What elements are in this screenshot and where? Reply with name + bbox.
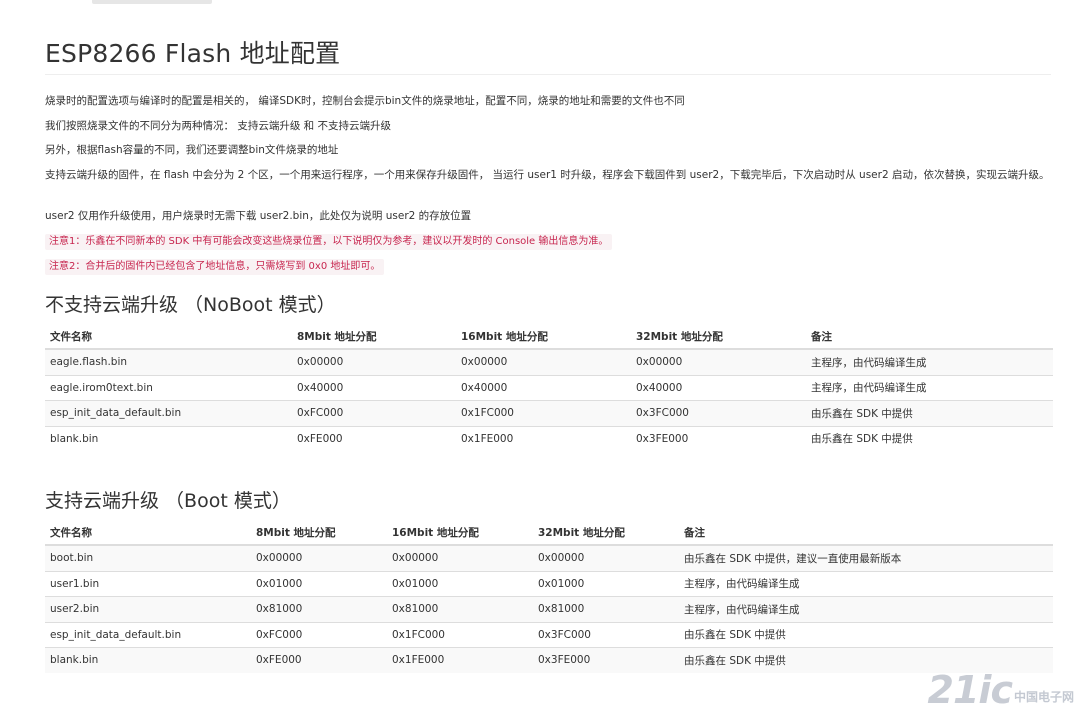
cell-remark: 主程序，由代码编译生成	[679, 596, 1053, 622]
col-header-8mbit: 8Mbit 地址分配	[251, 520, 387, 546]
watermark-logo: 21ic	[927, 668, 1013, 712]
cell-filename: esp_init_data_default.bin	[45, 400, 292, 426]
table-row: eagle.irom0text.bin 0x40000 0x40000 0x40…	[45, 374, 1053, 401]
table-row: blank.bin 0xFE000 0x1FE000 0x3FE000 由乐鑫在…	[45, 647, 1053, 673]
cell-filename: user1.bin	[45, 570, 251, 597]
top-bar-stub	[92, 0, 212, 4]
cell-32mbit: 0x00000	[533, 544, 679, 571]
cell-32mbit: 0x3FC000	[631, 400, 806, 426]
col-header-32mbit: 32Mbit 地址分配	[631, 324, 806, 350]
cell-8mbit: 0x81000	[251, 596, 387, 622]
cell-32mbit: 0x01000	[533, 570, 679, 597]
table-row: boot.bin 0x00000 0x00000 0x00000 由乐鑫在 SD…	[45, 544, 1053, 571]
categories-paragraph: 我们按照烧录文件的不同分为两种情况： 支持云端升级 和 不支持云端升级	[45, 120, 392, 132]
cell-32mbit: 0x81000	[533, 596, 679, 622]
cell-8mbit: 0xFC000	[292, 400, 456, 426]
cell-remark: 由乐鑫在 SDK 中提供，建议一直使用最新版本	[679, 544, 1053, 571]
col-header-16mbit: 16Mbit 地址分配	[387, 520, 533, 546]
site-watermark: 21ic 中国电子网	[928, 671, 1074, 709]
cell-remark: 由乐鑫在 SDK 中提供	[806, 400, 1053, 426]
col-header-remark: 备注	[806, 324, 1053, 350]
cell-16mbit: 0x1FC000	[456, 400, 631, 426]
note-2: 注意2：合并后的固件内已经包含了地址信息，只需烧写到 0x0 地址即可。	[45, 259, 385, 275]
cell-filename: eagle.flash.bin	[45, 348, 292, 375]
cell-16mbit: 0x1FC000	[387, 621, 533, 648]
cell-8mbit: 0x00000	[251, 544, 387, 571]
col-header-remark: 备注	[679, 520, 1053, 546]
cell-32mbit: 0x40000	[631, 374, 806, 401]
table-header-row: 文件名称 8Mbit 地址分配 16Mbit 地址分配 32Mbit 地址分配 …	[45, 324, 1053, 350]
table-row: blank.bin 0xFE000 0x1FE000 0x3FE000 由乐鑫在…	[45, 425, 1053, 451]
note-1: 注意1：乐鑫在不同新本的 SDK 中有可能会改变这些烧录位置，以下说明仅为参考，…	[45, 234, 613, 250]
cell-16mbit: 0x81000	[387, 596, 533, 622]
table-row: user1.bin 0x01000 0x01000 0x01000 主程序，由代…	[45, 570, 1053, 597]
cell-filename: eagle.irom0text.bin	[45, 374, 292, 401]
col-header-filename: 文件名称	[45, 324, 292, 350]
table-row: user2.bin 0x81000 0x81000 0x81000 主程序，由代…	[45, 596, 1053, 622]
col-header-16mbit: 16Mbit 地址分配	[456, 324, 631, 350]
cell-remark: 由乐鑫在 SDK 中提供	[679, 621, 1053, 648]
cell-filename: blank.bin	[45, 425, 292, 451]
cell-8mbit: 0xFE000	[292, 425, 456, 451]
user2-paragraph: user2 仅用作升级使用，用户烧录时无需下载 user2.bin，此处仅为说明…	[45, 210, 472, 222]
noboot-section-title: 不支持云端升级 （NoBoot 模式）	[45, 294, 336, 316]
cell-32mbit: 0x3FC000	[533, 621, 679, 648]
cell-16mbit: 0x00000	[387, 544, 533, 571]
cell-32mbit: 0x00000	[631, 348, 806, 375]
cell-32mbit: 0x3FE000	[533, 647, 679, 673]
table-row: eagle.flash.bin 0x00000 0x00000 0x00000 …	[45, 348, 1053, 375]
cell-remark: 主程序，由代码编译生成	[806, 348, 1053, 375]
cell-filename: blank.bin	[45, 647, 251, 673]
col-header-8mbit: 8Mbit 地址分配	[292, 324, 456, 350]
cell-filename: esp_init_data_default.bin	[45, 621, 251, 648]
cell-16mbit: 0x01000	[387, 570, 533, 597]
cell-16mbit: 0x40000	[456, 374, 631, 401]
cell-remark: 主程序，由代码编译生成	[806, 374, 1053, 401]
cell-16mbit: 0x1FE000	[387, 647, 533, 673]
flash-size-paragraph: 另外，根据flash容量的不同，我们还要调整bin文件烧录的地址	[45, 144, 339, 156]
cell-remark: 由乐鑫在 SDK 中提供	[806, 425, 1053, 451]
cell-8mbit: 0x01000	[251, 570, 387, 597]
table-row: esp_init_data_default.bin 0xFC000 0x1FC0…	[45, 621, 1053, 648]
intro-paragraph: 烧录时的配置选项与编译时的配置是相关的， 编译SDK时，控制台会提示bin文件的…	[45, 95, 685, 107]
cell-filename: boot.bin	[45, 544, 251, 571]
watermark-subtitle: 中国电子网	[1013, 690, 1074, 704]
noboot-address-table: 文件名称 8Mbit 地址分配 16Mbit 地址分配 32Mbit 地址分配 …	[45, 324, 1053, 451]
cell-remark: 主程序，由代码编译生成	[679, 570, 1053, 597]
cell-32mbit: 0x3FE000	[631, 425, 806, 451]
cell-16mbit: 0x00000	[456, 348, 631, 375]
table-header-row: 文件名称 8Mbit 地址分配 16Mbit 地址分配 32Mbit 地址分配 …	[45, 520, 1053, 546]
page-title: ESP8266 Flash 地址配置	[45, 39, 341, 68]
boot-address-table: 文件名称 8Mbit 地址分配 16Mbit 地址分配 32Mbit 地址分配 …	[45, 520, 1053, 673]
col-header-filename: 文件名称	[45, 520, 251, 546]
cell-8mbit: 0x40000	[292, 374, 456, 401]
cell-8mbit: 0xFE000	[251, 647, 387, 673]
col-header-32mbit: 32Mbit 地址分配	[533, 520, 679, 546]
cell-8mbit: 0xFC000	[251, 621, 387, 648]
title-divider	[45, 74, 1051, 75]
cell-filename: user2.bin	[45, 596, 251, 622]
ota-paragraph: 支持云端升级的固件，在 flash 中会分为 2 个区，一个用来运行程序，一个用…	[45, 169, 1050, 181]
cell-16mbit: 0x1FE000	[456, 425, 631, 451]
cell-8mbit: 0x00000	[292, 348, 456, 375]
boot-section-title: 支持云端升级 （Boot 模式）	[45, 490, 291, 512]
table-row: esp_init_data_default.bin 0xFC000 0x1FC0…	[45, 400, 1053, 426]
